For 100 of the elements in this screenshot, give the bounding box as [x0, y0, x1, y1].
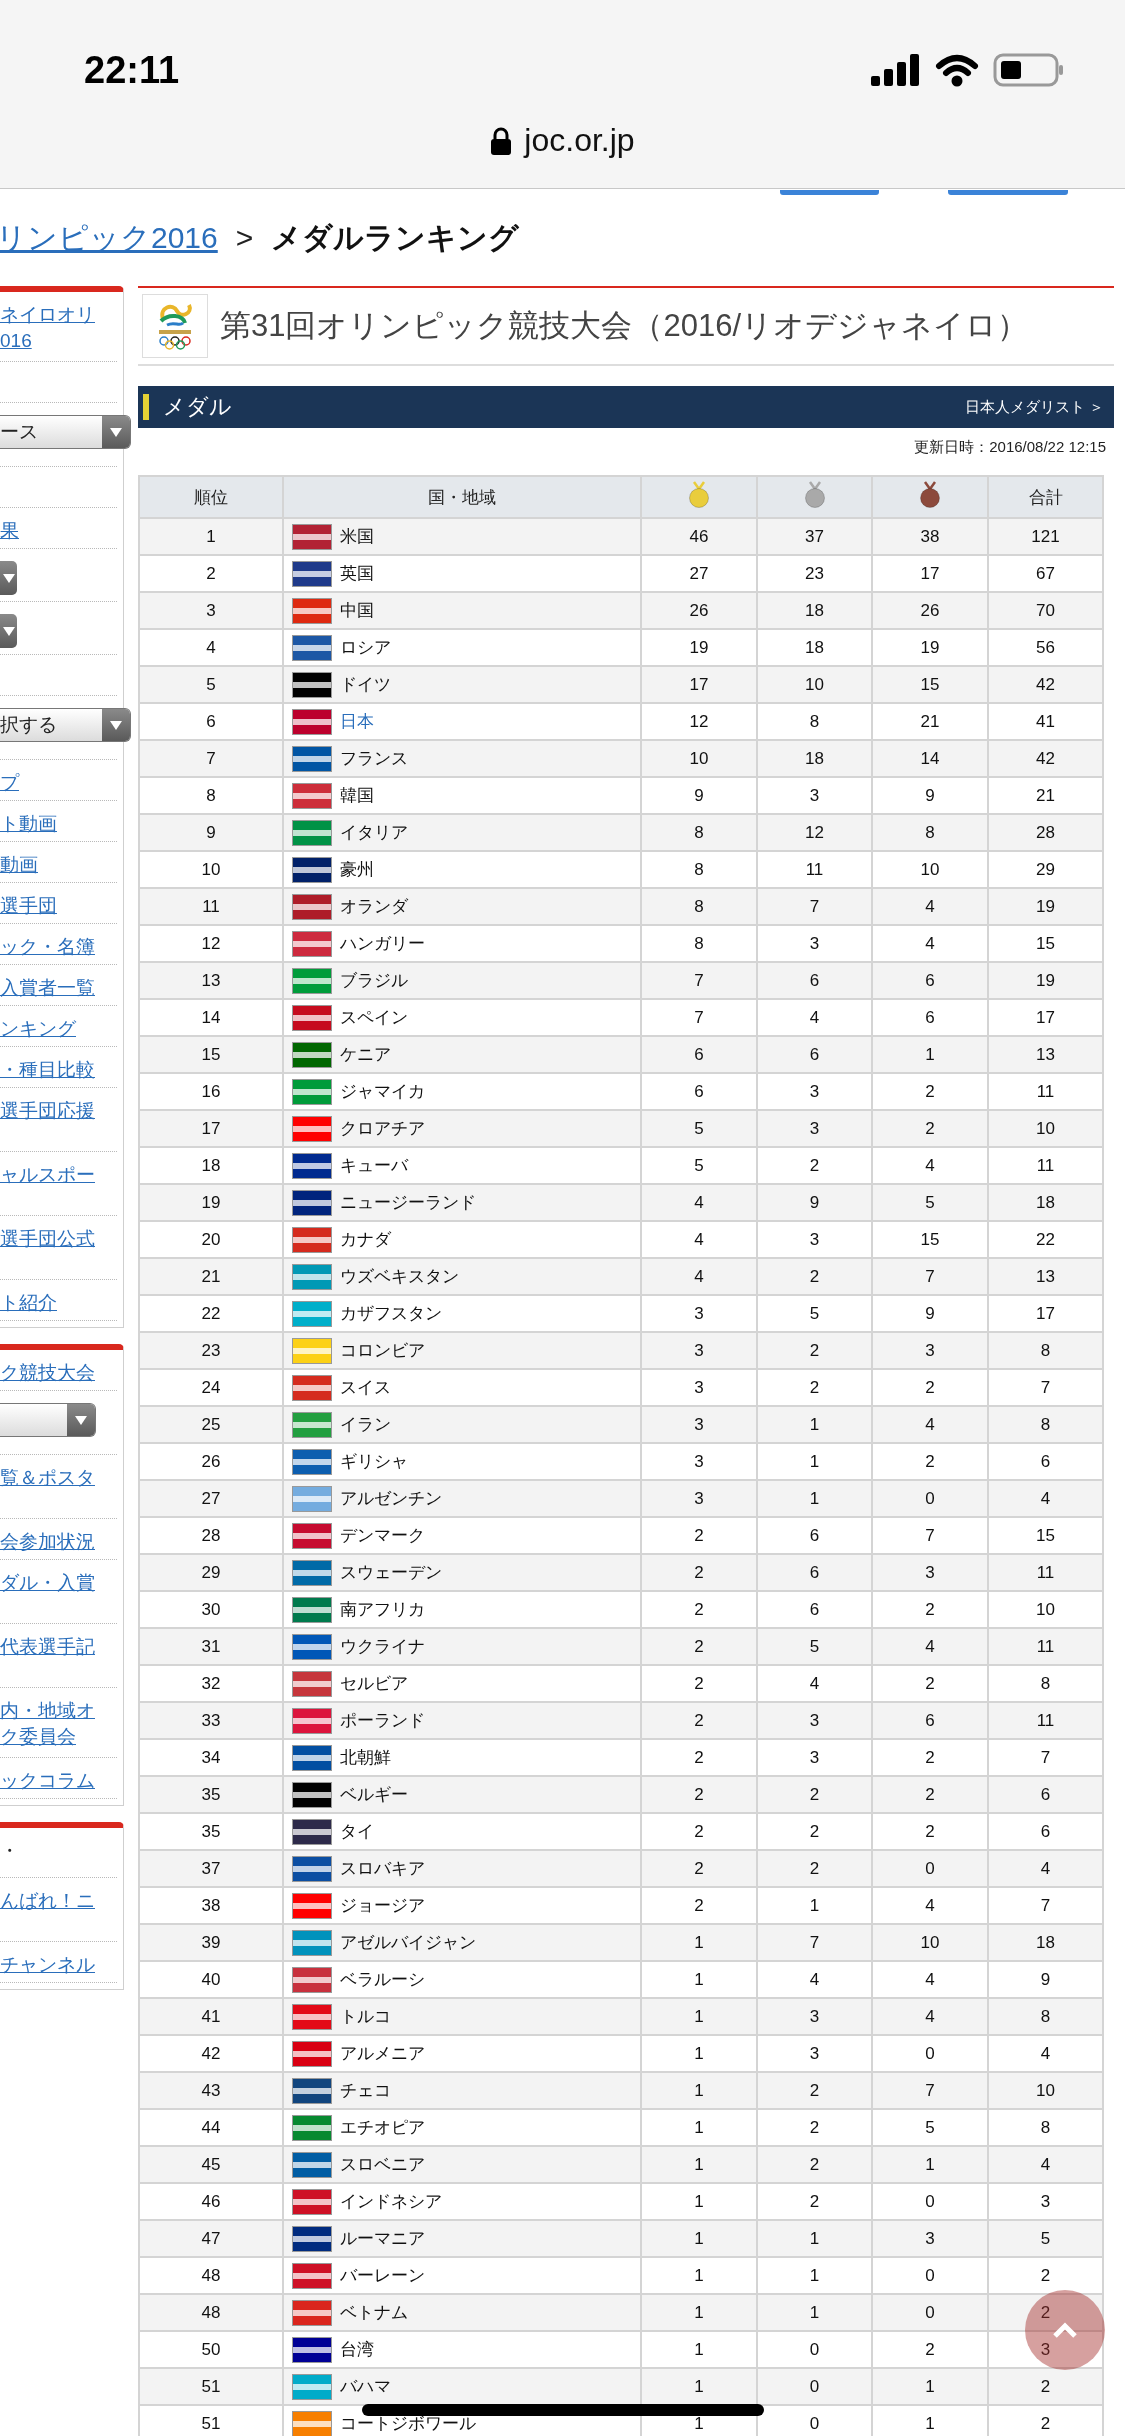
dropdown[interactable]: [0, 1403, 96, 1437]
sidebar-link[interactable]: プ: [0, 770, 19, 796]
country-name: アルメニア: [340, 2044, 425, 2063]
dropdown-arrow-icon: [2, 626, 15, 636]
sidebar-link[interactable]: 内・地域オ ク委員会: [0, 1698, 95, 1750]
sidebar-link[interactable]: 果: [0, 518, 19, 544]
dropdown-arrow-icon: [110, 720, 122, 730]
column-header: 合計: [988, 476, 1103, 518]
event-title: 第31回オリンピック競技大会（2016/リオデジャネイロ）: [220, 307, 1029, 345]
country-name: インドネシア: [340, 2192, 442, 2211]
sidebar-link[interactable]: 選手団応援: [0, 1098, 95, 1124]
sidebar-link[interactable]: ンキング: [0, 1016, 76, 1042]
country-name: バーレーン: [340, 2266, 425, 2285]
country-name: バハマ: [340, 2377, 391, 2396]
sidebar-link[interactable]: 動画: [0, 852, 38, 878]
country-name: スロバキア: [340, 1859, 425, 1878]
battery-icon: [993, 53, 1065, 87]
dropdown[interactable]: [0, 561, 17, 595]
country-name: コロンビア: [340, 1341, 425, 1360]
update-time: 更新日時：2016/08/22 12:15: [913, 438, 1107, 457]
country-name: アゼルバイジャン: [340, 1933, 476, 1952]
column-header: 順位: [139, 476, 283, 518]
sidebar-link[interactable]: ック・名簿: [0, 934, 95, 960]
sidebar-link[interactable]: ク競技大会: [0, 1360, 95, 1386]
country-name: ハンガリー: [340, 934, 425, 953]
country-name: スロベニア: [340, 2155, 425, 2174]
dropdown[interactable]: 択する: [0, 708, 131, 742]
country-name: エチオピア: [340, 2118, 425, 2137]
country-name: ジョージア: [340, 1896, 425, 1915]
country-name: 豪州: [340, 860, 374, 879]
medalist-link[interactable]: 日本人メダリスト ＞: [964, 397, 1104, 417]
sidebar-link[interactable]: 代表選手記: [0, 1634, 95, 1660]
country-name: コートジボワール: [340, 2414, 476, 2433]
country-name: スペイン: [340, 1008, 408, 1027]
wifi-icon: [935, 53, 979, 87]
country-name: カナダ: [340, 1230, 391, 1249]
country-name: ルーマニア: [340, 2229, 425, 2248]
sidebar-link[interactable]: 入賞者一覧: [0, 975, 95, 1001]
country-name: 台湾: [340, 2340, 374, 2359]
table-cell: 51: [139, 2405, 283, 2436]
country-name: カザフスタン: [340, 1304, 442, 1323]
sidebar-link[interactable]: 会参加状況: [0, 1529, 95, 1555]
country-name: セルビア: [340, 1674, 408, 1693]
sidebar-link[interactable]: 覧＆ポスタ: [0, 1465, 95, 1491]
country-name: クロアチア: [340, 1119, 425, 1138]
country-name: イタリア: [340, 823, 408, 842]
country-name: 南アフリカ: [340, 1600, 425, 1619]
country-name: 中国: [340, 601, 374, 620]
country-name: トルコ: [340, 2007, 391, 2026]
country-name: ギリシャ: [340, 1452, 408, 1471]
address-text[interactable]: joc.or.jp: [524, 122, 635, 159]
sidebar-link[interactable]: んばれ！ニ: [0, 1888, 95, 1914]
country-name: ブラジル: [340, 971, 408, 990]
country-name: ベルギー: [340, 1785, 408, 1804]
sidebar-link[interactable]: ックコラム: [0, 1768, 95, 1794]
sidebar-text: ・: [0, 1839, 19, 1863]
country-link[interactable]: 日本: [340, 712, 374, 731]
country-name: ベトナム: [340, 2303, 408, 2322]
country-name: イラン: [340, 1415, 391, 1434]
country-name: チェコ: [340, 2081, 391, 2100]
country-name: 北朝鮮: [340, 1748, 391, 1767]
country-name: ケニア: [340, 1045, 391, 1064]
dropdown[interactable]: ース: [0, 415, 131, 449]
country-name: オランダ: [340, 897, 408, 916]
dropdown[interactable]: [0, 614, 17, 648]
country-name: ドイツ: [340, 675, 391, 694]
country-name: ウクライナ: [340, 1637, 425, 1656]
country-name: 英国: [340, 564, 374, 583]
dropdown-arrow-icon: [110, 427, 122, 437]
sidebar-link[interactable]: 選手団: [0, 893, 57, 919]
country-name: ロシア: [340, 638, 391, 657]
section-title: メダル: [143, 392, 232, 422]
country-name: フランス: [340, 749, 408, 768]
column-header: 国・地域: [283, 476, 641, 518]
dropdown-arrow-icon: [2, 573, 15, 583]
sidebar-link[interactable]: ・種目比較: [0, 1057, 95, 1083]
scroll-top-button[interactable]: [1025, 2290, 1105, 2370]
country-name: アルゼンチン: [340, 1489, 442, 1508]
lock-icon: [490, 126, 513, 155]
country-name: ポーランド: [340, 1711, 425, 1730]
country-name: キューバ: [340, 1156, 408, 1175]
breadcrumb-current: メダルランキング: [271, 219, 520, 256]
sidebar-link[interactable]: ト動画: [0, 811, 57, 837]
sidebar-link[interactable]: ト紹介: [0, 1290, 57, 1316]
country-name: ウズベキスタン: [340, 1267, 459, 1286]
sidebar-link[interactable]: 選手団公式: [0, 1226, 95, 1252]
country-name: タイ: [340, 1822, 374, 1841]
country-name: スウェーデン: [340, 1563, 442, 1582]
country-name: スイス: [340, 1378, 391, 1397]
country-name: ベラルーシ: [340, 1970, 425, 1989]
sidebar-link[interactable]: チャンネル: [0, 1952, 95, 1978]
sidebar-link[interactable]: ャルスポー: [0, 1162, 95, 1188]
country-name: ジャマイカ: [340, 1082, 425, 1101]
breadcrumb-link[interactable]: リンピック2016: [0, 217, 218, 259]
signal-icon: [871, 54, 921, 86]
status-time: 22:11: [84, 48, 180, 92]
breadcrumb-separator: >: [235, 221, 254, 255]
dropdown-arrow-icon: [75, 1415, 87, 1425]
sidebar-link[interactable]: ダル・入賞: [0, 1570, 95, 1596]
sidebar-link[interactable]: ネイロオリ 016: [0, 302, 95, 354]
